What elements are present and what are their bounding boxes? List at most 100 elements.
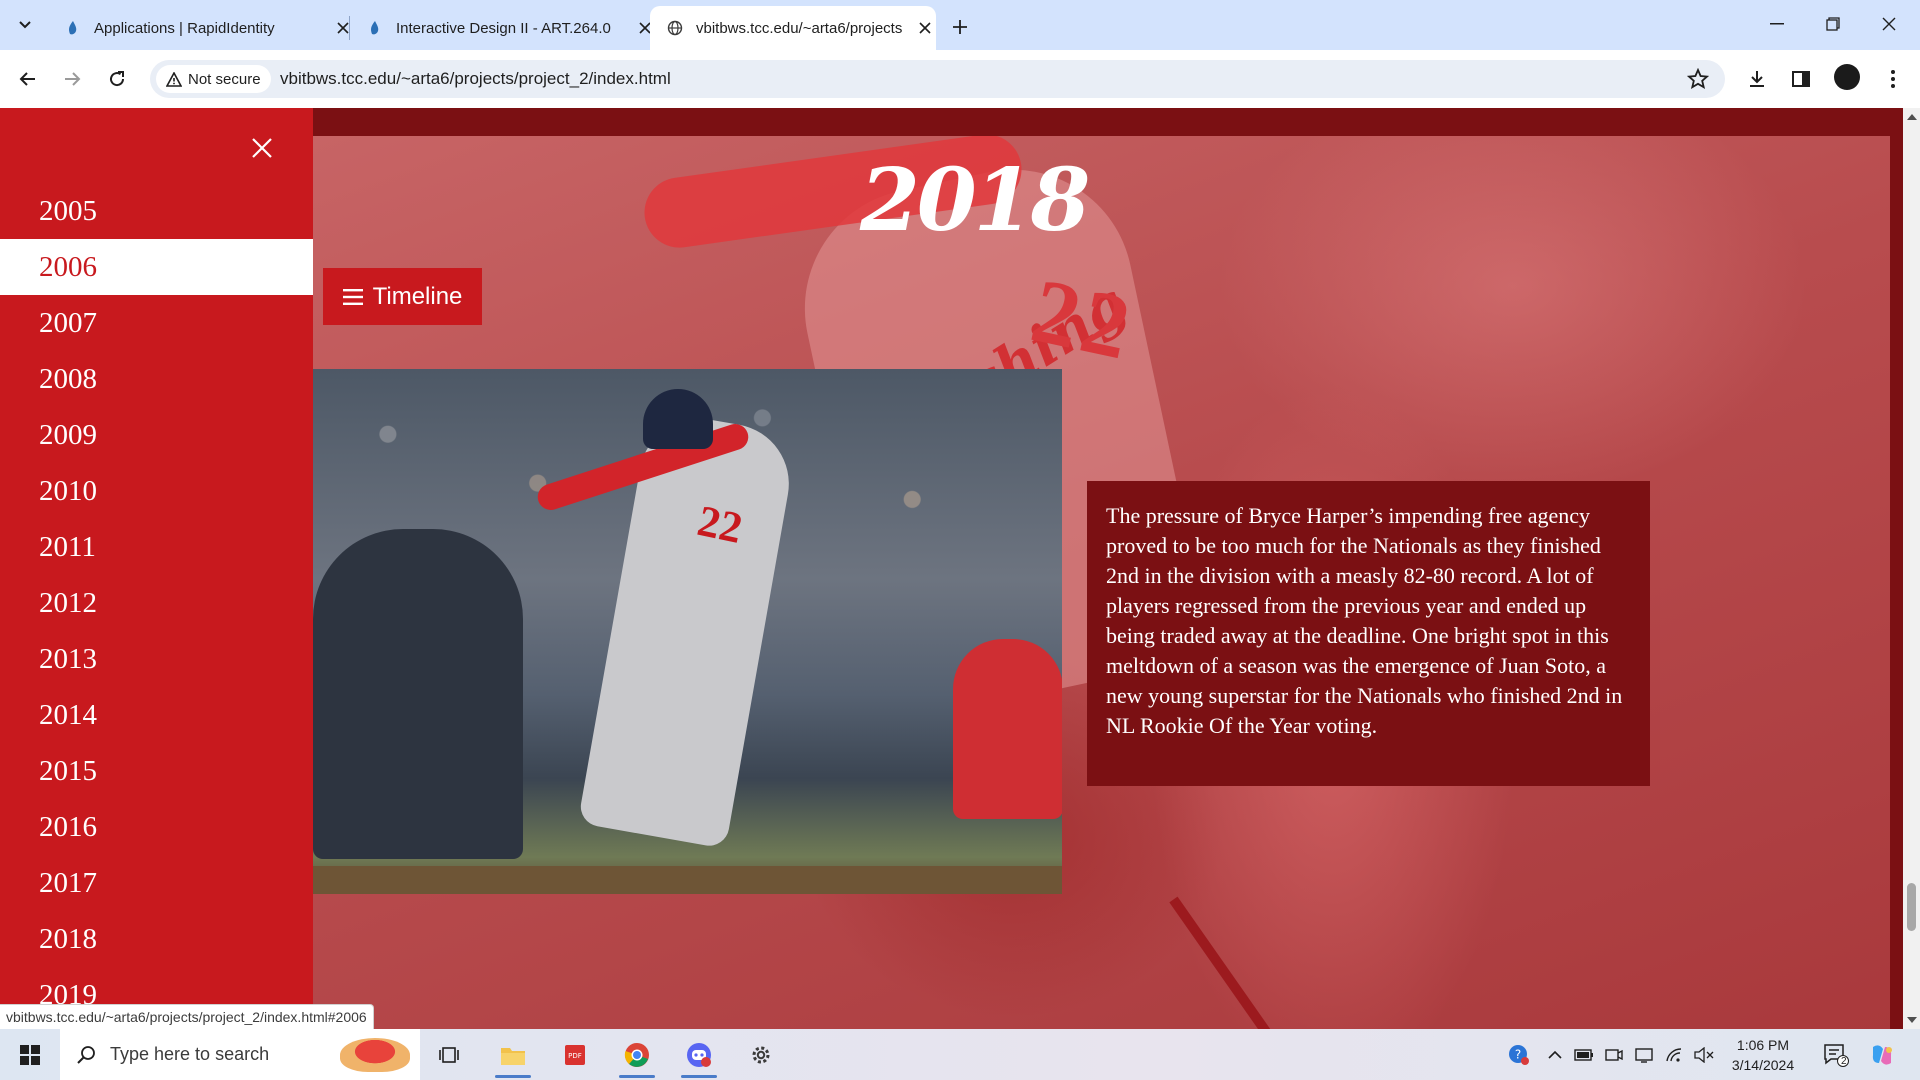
tab-title: Applications | RapidIdentity bbox=[94, 19, 275, 37]
running-indicator bbox=[681, 1075, 717, 1078]
link-status-bar: vbitbws.tcc.edu/~arta6/projects/project_… bbox=[0, 1004, 374, 1031]
sidebar-year-2010[interactable]: 2010 bbox=[0, 463, 313, 519]
clock-date: 3/14/2024 bbox=[1731, 1056, 1795, 1073]
address-bar[interactable]: Not secure vbitbws.tcc.edu/~arta6/projec… bbox=[150, 60, 1725, 98]
warning-icon bbox=[166, 71, 182, 87]
sidebar-year-2011[interactable]: 2011 bbox=[0, 519, 313, 575]
tab-project[interactable]: vbitbws.tcc.edu/~arta6/projects bbox=[650, 6, 936, 50]
close-icon bbox=[252, 138, 272, 158]
battery-icon[interactable] bbox=[1570, 1029, 1598, 1080]
close-sidebar-button[interactable] bbox=[246, 132, 278, 164]
hero-pant-stripe bbox=[1169, 896, 1327, 1029]
photo-catcher bbox=[313, 529, 523, 859]
sidebar-year-2015[interactable]: 2015 bbox=[0, 743, 313, 799]
season-year-heading: 2018 bbox=[860, 150, 1090, 251]
settings-button[interactable] bbox=[736, 1029, 786, 1080]
close-window-button[interactable] bbox=[1862, 0, 1916, 48]
minimize-icon bbox=[1770, 23, 1784, 25]
sidebar-year-2007[interactable]: 2007 bbox=[0, 295, 313, 351]
gear-icon bbox=[752, 1046, 770, 1063]
pdf-app-button[interactable]: PDF bbox=[550, 1029, 600, 1080]
start-button[interactable] bbox=[8, 1029, 52, 1080]
url-text[interactable]: vbitbws.tcc.edu/~arta6/projects/project_… bbox=[280, 69, 671, 89]
tab-interactive-design[interactable]: Interactive Design II - ART.264.0 bbox=[350, 6, 656, 50]
web-page: Washing 22 Timeline 2018 22 The pressure… bbox=[0, 108, 1903, 1029]
scrollbar-thumb[interactable] bbox=[1907, 883, 1916, 931]
task-view-icon bbox=[439, 1046, 459, 1063]
profile-avatar[interactable] bbox=[1834, 64, 1860, 90]
back-button[interactable] bbox=[10, 61, 46, 97]
timeline-menu-button[interactable]: Timeline bbox=[323, 268, 482, 325]
display-icon[interactable] bbox=[1630, 1029, 1658, 1080]
chrome-button[interactable] bbox=[612, 1029, 662, 1080]
sidebar-year-2014[interactable]: 2014 bbox=[0, 687, 313, 743]
task-view-button[interactable] bbox=[425, 1029, 475, 1080]
tab-search-button[interactable] bbox=[8, 8, 42, 42]
camera-icon[interactable] bbox=[1600, 1029, 1628, 1080]
download-icon[interactable] bbox=[1742, 64, 1772, 94]
notification-center-button[interactable]: 2 bbox=[1816, 1029, 1856, 1080]
plus-icon bbox=[953, 20, 967, 34]
scroll-down-arrow-icon[interactable] bbox=[1907, 1017, 1917, 1023]
sidebar-year-2017[interactable]: 2017 bbox=[0, 855, 313, 911]
close-icon bbox=[1882, 17, 1896, 31]
juan-soto-photo: 22 bbox=[313, 369, 1062, 894]
chevron-down-icon bbox=[19, 21, 31, 29]
svg-text:?: ? bbox=[1515, 1047, 1521, 1061]
sidebar-year-2008[interactable]: 2008 bbox=[0, 351, 313, 407]
notification-count: 2 bbox=[1841, 1056, 1847, 1067]
file-explorer-button[interactable] bbox=[488, 1029, 538, 1080]
minimize-button[interactable] bbox=[1750, 0, 1804, 48]
sidebar-year-2005[interactable]: 2005 bbox=[0, 183, 313, 239]
discord-icon bbox=[687, 1042, 711, 1067]
copilot-button[interactable] bbox=[1862, 1029, 1902, 1080]
volume-muted-icon[interactable] bbox=[1690, 1029, 1718, 1080]
sidebar-year-2018[interactable]: 2018 bbox=[0, 911, 313, 967]
reload-icon bbox=[110, 71, 125, 87]
scroll-up-arrow-icon[interactable] bbox=[1907, 114, 1917, 120]
copilot-icon bbox=[1872, 1044, 1892, 1065]
tray-overflow-chevron-icon[interactable] bbox=[1540, 1029, 1570, 1080]
taskbar-search-box[interactable]: Type here to search bbox=[60, 1029, 420, 1080]
clock-time: 1:06 PM bbox=[1736, 1036, 1790, 1053]
sidebar-year-2016[interactable]: 2016 bbox=[0, 799, 313, 855]
forward-button[interactable] bbox=[54, 61, 90, 97]
sidebar-year-2006[interactable]: 2006 bbox=[0, 239, 313, 295]
folder-icon bbox=[501, 1047, 525, 1065]
reload-button[interactable] bbox=[99, 61, 135, 97]
windows-taskbar: Type here to search PDF ? 1:06 PM 3/14/2… bbox=[0, 1029, 1920, 1080]
tab-title: Interactive Design II - ART.264.0 bbox=[396, 19, 611, 37]
bookmark-star-icon[interactable] bbox=[1686, 67, 1710, 95]
restore-icon bbox=[1826, 17, 1840, 31]
wifi-icon[interactable] bbox=[1660, 1029, 1688, 1080]
photo-coach bbox=[953, 639, 1062, 819]
restore-button[interactable] bbox=[1806, 0, 1860, 48]
sidebar-year-2012[interactable]: 2012 bbox=[0, 575, 313, 631]
security-label: Not secure bbox=[188, 70, 261, 88]
running-indicator bbox=[495, 1075, 531, 1078]
browser-toolbar: Not secure vbitbws.tcc.edu/~arta6/projec… bbox=[0, 50, 1920, 109]
photo-infield-dirt bbox=[313, 866, 1062, 894]
arrow-right-icon bbox=[65, 72, 81, 86]
page-scrollbar[interactable] bbox=[1903, 108, 1920, 1029]
taskbar-clock[interactable]: 1:06 PM 3/14/2024 bbox=[1722, 1029, 1804, 1080]
pdf-icon: PDF bbox=[565, 1044, 585, 1065]
discord-button[interactable] bbox=[674, 1029, 724, 1080]
windows-logo-icon bbox=[20, 1044, 40, 1065]
hamburger-icon bbox=[342, 288, 363, 306]
chrome-icon bbox=[624, 1042, 649, 1067]
help-icon[interactable]: ? bbox=[1504, 1029, 1534, 1080]
timeline-sidebar: 2005 2006 2007 2008 2009 2010 2011 2012 … bbox=[0, 108, 313, 1029]
rapididentity-icon bbox=[64, 19, 82, 37]
more-menu-icon[interactable] bbox=[1878, 64, 1908, 94]
svg-text:PDF: PDF bbox=[568, 1052, 582, 1060]
close-tab-icon[interactable] bbox=[914, 17, 936, 39]
timeline-button-label: Timeline bbox=[372, 282, 463, 310]
tab-rapididentity[interactable]: Applications | RapidIdentity bbox=[48, 6, 354, 50]
security-chip[interactable]: Not secure bbox=[156, 65, 271, 93]
side-panel-icon[interactable] bbox=[1786, 64, 1816, 94]
new-tab-button[interactable] bbox=[945, 12, 975, 42]
sidebar-year-2009[interactable]: 2009 bbox=[0, 407, 313, 463]
sidebar-year-2013[interactable]: 2013 bbox=[0, 631, 313, 687]
running-indicator bbox=[619, 1075, 655, 1078]
